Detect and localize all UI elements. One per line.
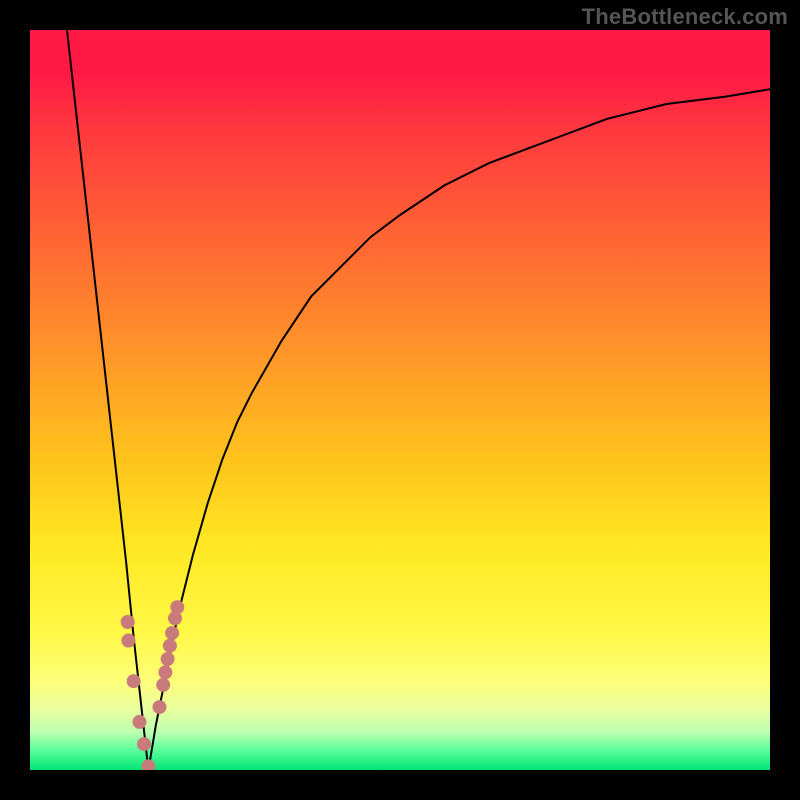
marker-point <box>158 665 172 679</box>
marker-point <box>165 626 179 640</box>
plot-area <box>30 30 770 770</box>
marker-point <box>153 700 167 714</box>
marker-point <box>161 652 175 666</box>
marker-point <box>170 600 184 614</box>
bottleneck-curve-left <box>67 30 148 770</box>
marker-point <box>141 759 155 770</box>
watermark-text: TheBottleneck.com <box>582 4 788 30</box>
marker-point <box>121 634 135 648</box>
bottleneck-curve-right <box>148 89 770 770</box>
marker-point <box>121 615 135 629</box>
marker-point <box>163 639 177 653</box>
marker-point <box>156 678 170 692</box>
marker-point <box>137 737 151 751</box>
curve-layer <box>30 30 770 770</box>
chart-frame: TheBottleneck.com <box>0 0 800 800</box>
marker-point <box>133 715 147 729</box>
marker-point <box>127 674 141 688</box>
